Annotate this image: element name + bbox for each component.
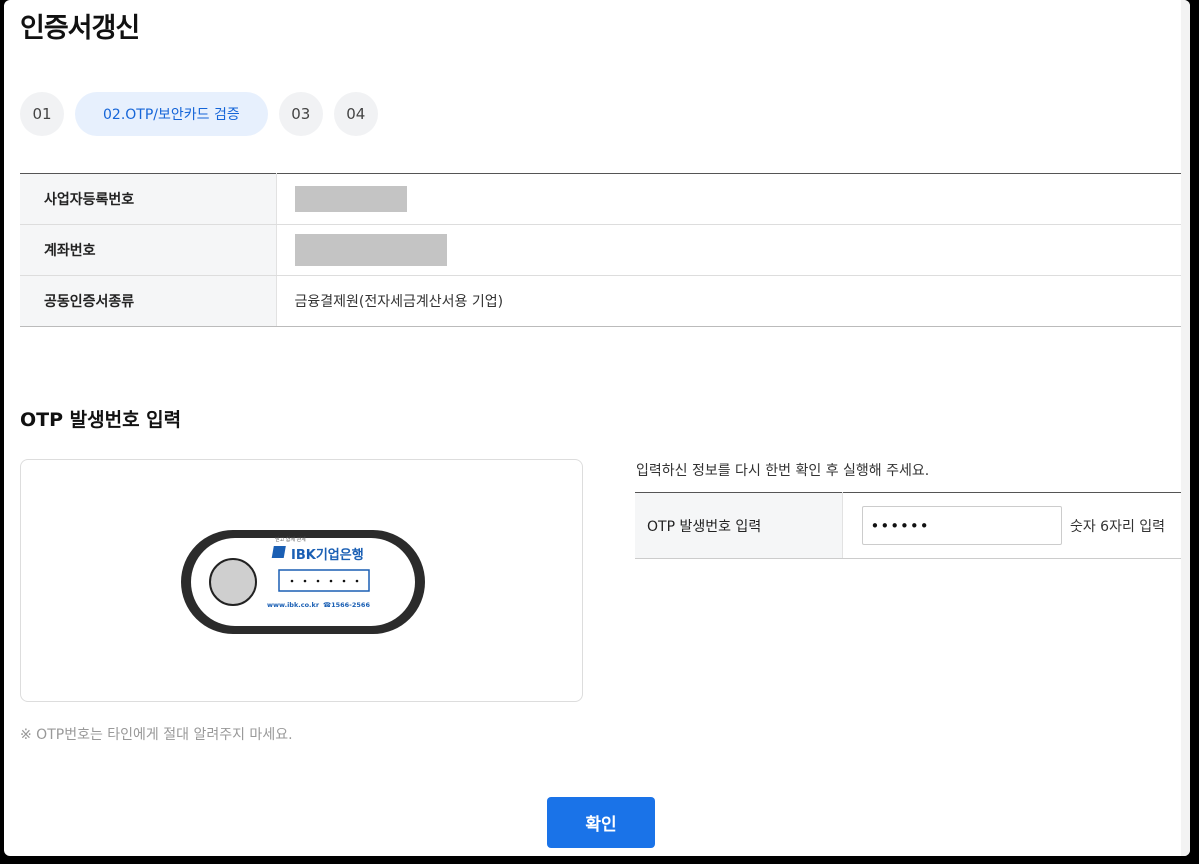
device-site: www.ibk.co.kr xyxy=(267,601,320,609)
otp-device-image: 믿고 함께 관계 IBK기업은행 www.ibk.co.kr ☎1566-256… xyxy=(181,530,425,634)
confirm-button[interactable]: 확인 xyxy=(547,797,655,848)
otp-input-hint: 숫자 6자리 입력 xyxy=(1069,518,1166,535)
table-row: 공동인증서종류 금융결제원(전자세금계산서용 기업) xyxy=(20,275,1181,327)
otp-input-table: OTP 발생번호 입력 숫자 6자리 입력 xyxy=(635,492,1181,559)
device-slogan: 믿고 함께 관계 xyxy=(275,536,306,543)
account-no-label: 계좌번호 xyxy=(20,224,277,276)
table-row: OTP 발생번호 입력 숫자 6자리 입력 xyxy=(635,492,1181,559)
certificate-info-table: 사업자등록번호 계좌번호 공동인증서종류 금융결제원(전자세금계산서용 기업) xyxy=(20,173,1181,327)
account-no-value xyxy=(276,224,1181,276)
step-1[interactable]: 01 xyxy=(20,92,64,136)
step-indicator: 01 02.OTP/보안카드 검증 03 04 xyxy=(20,92,378,136)
business-no-value xyxy=(276,173,1181,225)
main-window: 인증서갱신 01 02.OTP/보안카드 검증 03 04 사업자등록번호 계좌… xyxy=(4,0,1190,856)
otp-input[interactable] xyxy=(861,506,1062,545)
device-phone: ☎1566-2566 xyxy=(323,601,370,609)
scrollbar[interactable] xyxy=(1181,0,1190,856)
otp-field-cell: 숫자 6자리 입력 xyxy=(842,492,1181,559)
table-row: 계좌번호 xyxy=(20,224,1181,276)
otp-security-notice: ※ OTP번호는 타인에게 절대 알려주지 마세요. xyxy=(20,727,293,743)
page-title: 인증서갱신 xyxy=(20,13,140,44)
otp-section-title: OTP 발생번호 입력 xyxy=(20,409,182,431)
step-2-active[interactable]: 02.OTP/보안카드 검증 xyxy=(75,92,268,136)
device-button-icon xyxy=(209,558,257,606)
business-no-label: 사업자등록번호 xyxy=(20,173,277,225)
otp-guide-text: 입력하신 정보를 다시 한번 확인 후 실행해 주세요. xyxy=(636,463,930,479)
redacted-account-no xyxy=(294,234,447,266)
redacted-business-no xyxy=(294,186,407,212)
device-bank-name: IBK기업은행 xyxy=(291,547,364,563)
table-row: 사업자등록번호 xyxy=(20,173,1181,225)
cert-type-value: 금융결제원(전자세금계산서용 기업) xyxy=(276,275,1181,327)
otp-device-illustration-box: 믿고 함께 관계 IBK기업은행 www.ibk.co.kr ☎1566-256… xyxy=(20,459,583,702)
otp-field-label: OTP 발생번호 입력 xyxy=(635,492,843,559)
cert-type-label: 공동인증서종류 xyxy=(20,275,277,327)
step-3[interactable]: 03 xyxy=(278,92,323,136)
step-4[interactable]: 04 xyxy=(333,92,378,136)
